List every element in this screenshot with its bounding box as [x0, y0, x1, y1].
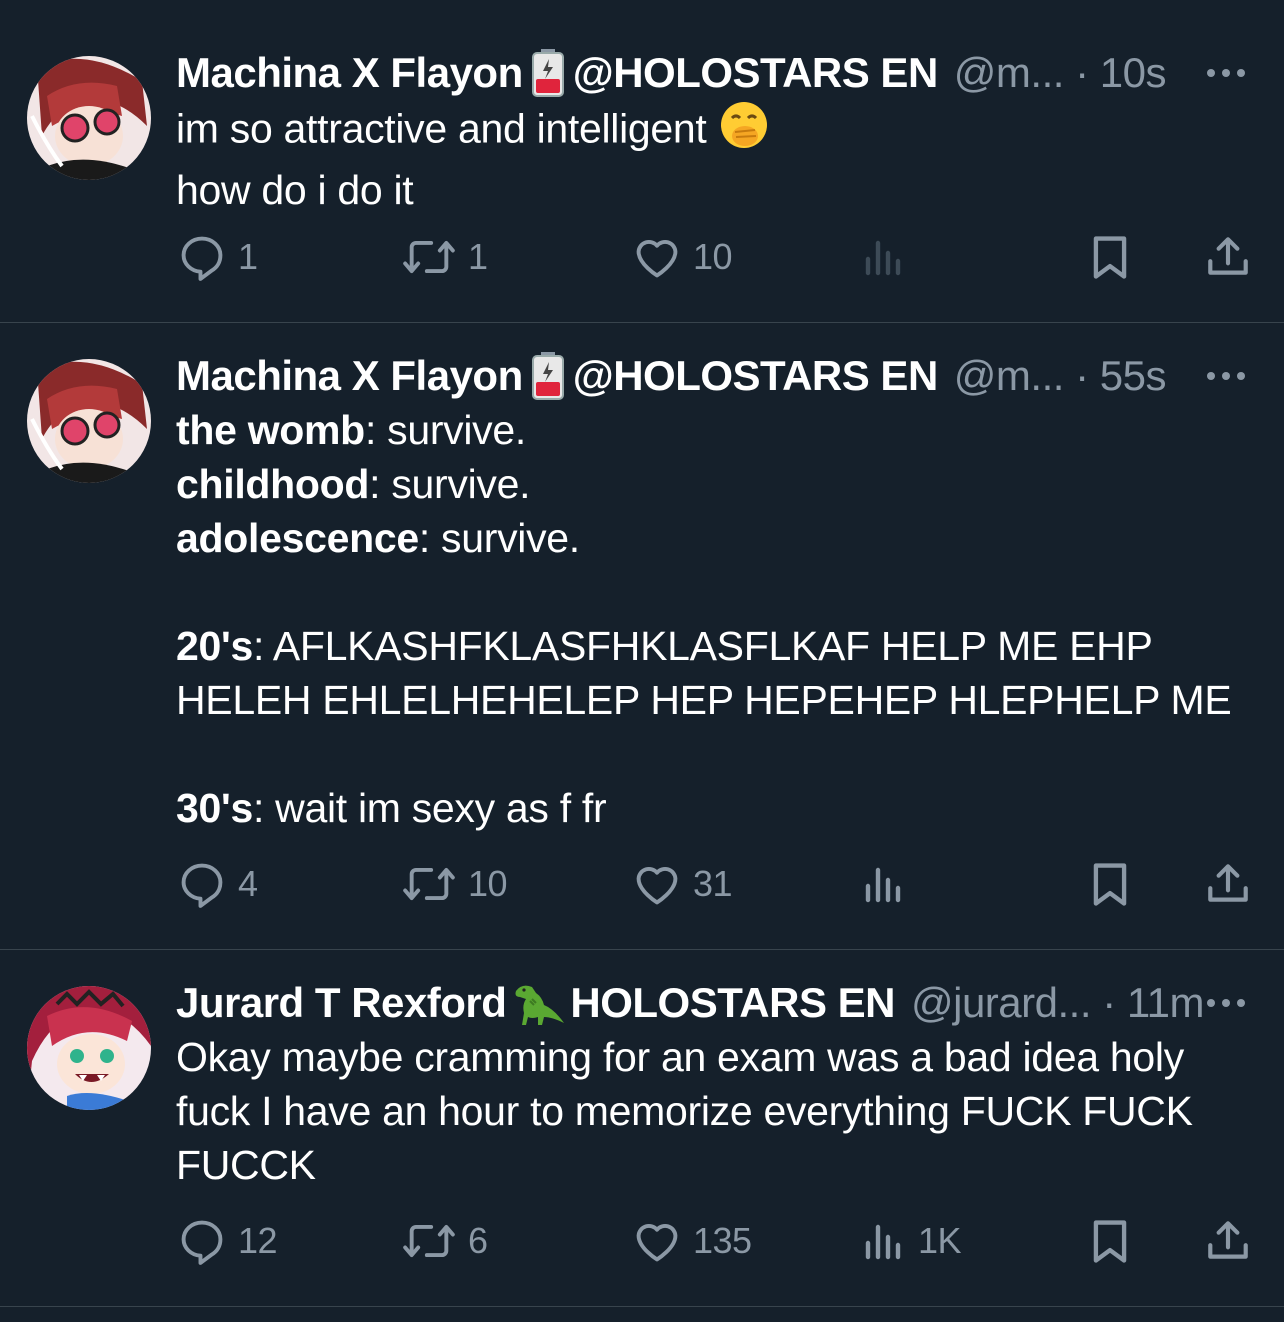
affiliation-label[interactable]: HOLOSTARS EN [570, 976, 895, 1030]
bookmark-icon [1093, 863, 1127, 906]
avatar[interactable] [27, 56, 151, 180]
username-handle[interactable]: @m... · 55s [954, 349, 1167, 403]
avatar-image [27, 56, 151, 180]
tweet-actions: 12 6 135 1K [176, 1211, 1254, 1271]
bookmark-button[interactable] [1084, 229, 1146, 285]
bookmark-button[interactable] [1084, 856, 1146, 912]
heart-icon [636, 240, 678, 278]
display-name[interactable]: Machina X Flayon [176, 349, 523, 403]
tweet-text: im so attractive and intelligent how do … [176, 100, 1254, 217]
reply-button[interactable]: 4 [176, 858, 258, 910]
affiliation-label[interactable]: @HOLOSTARS EN [573, 46, 939, 100]
tweet-header: Machina X Flayon @HOLOSTARS EN @m... · 1… [176, 46, 1254, 100]
share-icon [1208, 1221, 1248, 1259]
timeline-feed: Machina X Flayon @HOLOSTARS EN @m... · 1… [0, 0, 1284, 1307]
retweet-icon [403, 1224, 455, 1258]
views-chart-icon [865, 240, 901, 276]
tweet-header: Jurard T Rexford HOLOSTARS EN @jurard...… [176, 976, 1254, 1030]
bookmark-icon [1093, 1220, 1127, 1263]
like-count: 31 [693, 863, 733, 904]
tweet-actions: 4 10 31 [176, 854, 1254, 914]
more-options-icon[interactable] [1198, 976, 1254, 1030]
views-chart-icon [865, 867, 901, 903]
tweet-line: fuck I have an hour to memorize everythi… [176, 1088, 1193, 1134]
reply-icon [181, 236, 223, 281]
reply-count: 12 [238, 1220, 278, 1261]
views-button[interactable] [860, 858, 918, 910]
views-chart-icon [865, 1224, 901, 1260]
views-button[interactable] [860, 231, 918, 283]
avatar-image [27, 986, 151, 1110]
like-button[interactable]: 31 [631, 858, 733, 910]
affiliation-label[interactable]: @HOLOSTARS EN [573, 349, 939, 403]
bookmark-button[interactable] [1084, 1213, 1146, 1269]
avatar[interactable] [27, 986, 151, 1110]
share-icon [1208, 864, 1248, 902]
display-name[interactable]: Jurard T Rexford [176, 976, 507, 1030]
heart-icon [636, 1224, 678, 1262]
more-options-icon[interactable] [1198, 349, 1254, 403]
retweet-button[interactable]: 1 [400, 231, 488, 283]
avatar-image [27, 359, 151, 483]
retweet-count: 10 [468, 863, 508, 904]
retweet-icon [403, 240, 455, 274]
timestamp: 55s [1099, 352, 1167, 399]
tweet-text: Okay maybe cramming for an exam was a ba… [176, 1030, 1254, 1192]
timestamp: 11m [1126, 979, 1205, 1026]
dinosaur-emoji-icon [508, 979, 566, 1027]
views-button[interactable]: 1K [860, 1215, 962, 1267]
retweet-icon [403, 867, 455, 901]
reply-button[interactable]: 1 [176, 231, 258, 283]
tweet-line: FUCCK [176, 1142, 316, 1188]
tweet-line: im so attractive and intelligent [176, 105, 707, 152]
like-button[interactable]: 10 [631, 231, 733, 283]
retweet-button[interactable]: 6 [400, 1215, 488, 1267]
tweet-line: how do i do it [176, 167, 414, 213]
display-name[interactable]: Machina X Flayon [176, 46, 523, 100]
tweet[interactable]: Machina X Flayon @HOLOSTARS EN @m... · 5… [0, 323, 1284, 950]
retweet-count: 1 [468, 236, 488, 277]
retweet-count: 6 [468, 1220, 488, 1261]
like-button[interactable]: 135 [631, 1215, 752, 1267]
view-count: 1K [918, 1220, 962, 1261]
battery-emoji-icon [531, 352, 565, 400]
tweet-header: Machina X Flayon @HOLOSTARS EN @m... · 5… [176, 349, 1254, 403]
tweet-actions: 1 1 10 [176, 227, 1254, 287]
more-options-icon[interactable] [1198, 46, 1254, 100]
reply-icon [181, 863, 223, 908]
battery-emoji-icon [531, 49, 565, 97]
reply-count: 1 [238, 236, 258, 277]
share-button[interactable] [1203, 1215, 1263, 1267]
tweet-line: Okay maybe cramming for an exam was a ba… [176, 1034, 1184, 1080]
timestamp: 10s [1099, 49, 1167, 96]
share-icon [1208, 237, 1248, 275]
hand-over-mouth-emoji-icon [719, 100, 769, 163]
reply-icon [181, 1220, 223, 1265]
username-handle[interactable]: @jurard... · 11m [911, 976, 1204, 1030]
like-count: 135 [693, 1220, 752, 1261]
like-count: 10 [693, 236, 733, 277]
heart-icon [636, 867, 678, 905]
bookmark-icon [1093, 236, 1127, 279]
share-button[interactable] [1203, 231, 1263, 283]
tweet[interactable]: Machina X Flayon @HOLOSTARS EN @m... · 1… [0, 0, 1284, 323]
reply-button[interactable]: 12 [176, 1215, 278, 1267]
tweet-text: the womb: survive. childhood: survive. a… [176, 407, 1232, 831]
share-button[interactable] [1203, 858, 1263, 910]
reply-count: 4 [238, 863, 258, 904]
retweet-button[interactable]: 10 [400, 858, 508, 910]
tweet[interactable]: Jurard T Rexford HOLOSTARS EN @jurard...… [0, 950, 1284, 1307]
username-handle[interactable]: @m... · 10s [954, 46, 1167, 100]
avatar[interactable] [27, 359, 151, 483]
